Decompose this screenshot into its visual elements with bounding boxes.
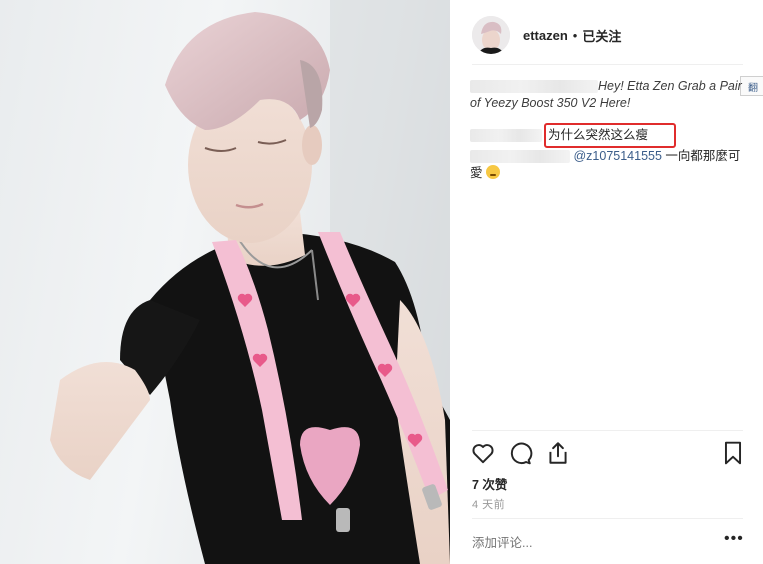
post-photo[interactable] [0, 0, 450, 564]
header-divider [472, 64, 743, 65]
separator-dot: • [572, 27, 578, 43]
comment-text-continued: 愛 [470, 166, 483, 180]
smirk-emoji-icon [485, 165, 500, 179]
blurred-username [470, 150, 570, 164]
like-count[interactable]: 7 次赞 [472, 474, 507, 493]
following-button[interactable]: 已关注 [582, 26, 621, 45]
bookmark-icon[interactable] [720, 440, 746, 471]
username-link[interactable]: ettazen [523, 28, 568, 43]
avatar[interactable] [472, 16, 510, 54]
comment-item: @z1075141555 一向都那麼可 愛 [470, 148, 760, 182]
comment-text: Hey! Etta Zen Grab a Pair [598, 79, 742, 93]
more-options-icon[interactable]: ••• [724, 530, 744, 548]
post-header: ettazen • 已关注 [472, 14, 762, 56]
mention-link[interactable]: @z1075141555 [573, 149, 661, 163]
comment-item: Hey! Etta Zen Grab a Pair of Yeezy Boost… [470, 78, 763, 112]
post-timestamp[interactable]: 4 天前 [472, 496, 505, 512]
comment-icon[interactable] [507, 440, 533, 471]
highlighted-comment: 为什么突然这么瘦 [544, 123, 677, 148]
comment-input-divider [472, 518, 743, 519]
blurred-username [470, 80, 598, 94]
comment-text-continued: of Yeezy Boost 350 V2 Here! [470, 96, 631, 110]
action-bar [470, 440, 750, 468]
share-icon[interactable] [545, 440, 571, 471]
post-sidebar: ettazen • 已关注 翻 Hey! Etta Zen Grab a Pai… [450, 0, 763, 564]
heart-icon[interactable] [470, 440, 496, 471]
blurred-username [470, 129, 542, 143]
post-photo-illustration [50, 0, 450, 564]
comment-text: 一向都那麼可 [661, 149, 741, 163]
avatar-image [472, 16, 510, 54]
add-comment-input[interactable] [472, 536, 692, 550]
actions-divider [472, 430, 743, 431]
comment-item: 为什么突然这么瘦 [470, 123, 677, 148]
